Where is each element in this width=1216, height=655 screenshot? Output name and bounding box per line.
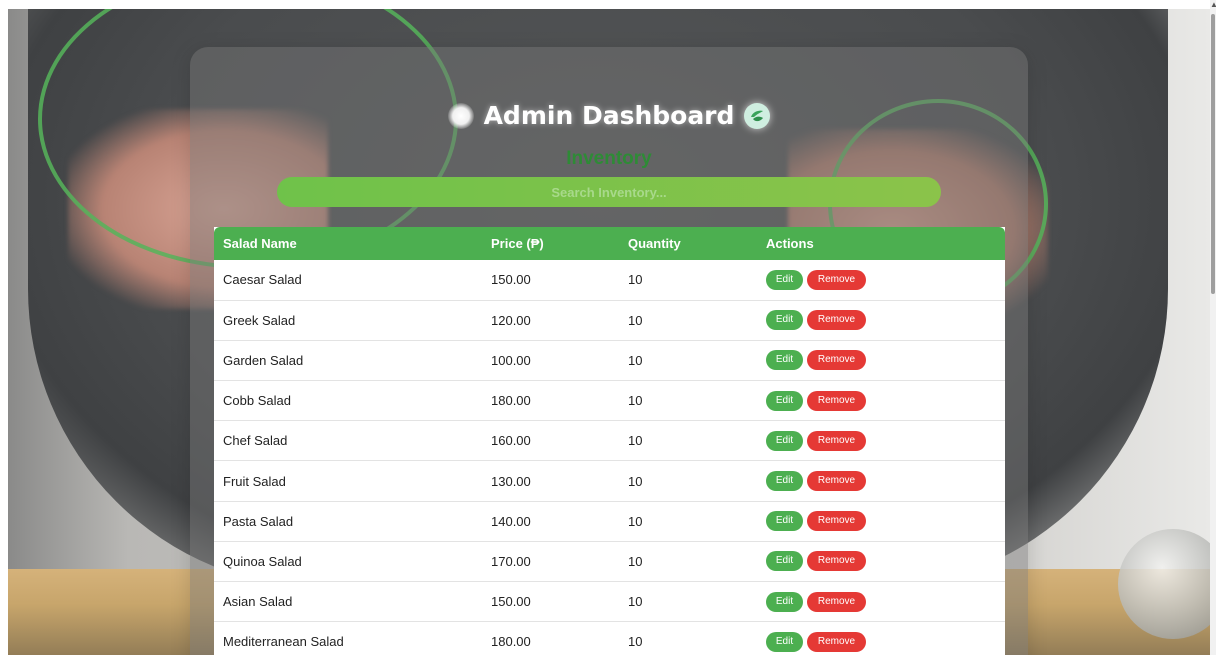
edit-button[interactable]: Edit bbox=[766, 551, 803, 572]
remove-button[interactable]: Remove bbox=[807, 310, 866, 331]
remove-button[interactable]: Remove bbox=[807, 591, 866, 612]
cell-price: 150.00 bbox=[482, 260, 619, 301]
edit-button[interactable]: Edit bbox=[766, 631, 803, 652]
cell-actions: Edit Remove bbox=[757, 420, 1005, 462]
cell-salad-name: Quinoa Salad bbox=[214, 541, 482, 583]
table-row: Asian Salad 150.00 10 Edit Remove bbox=[214, 581, 1005, 623]
cell-salad-name: Chef Salad bbox=[214, 420, 482, 462]
cell-actions: Edit Remove bbox=[757, 340, 1005, 382]
column-header-actions: Actions bbox=[757, 227, 1005, 260]
cell-price: 120.00 bbox=[482, 300, 619, 341]
cell-price: 140.00 bbox=[482, 501, 619, 542]
cell-price: 160.00 bbox=[482, 420, 619, 462]
leaf-icon bbox=[744, 102, 771, 129]
cell-actions: Edit Remove bbox=[757, 581, 1005, 623]
cell-salad-name: Asian Salad bbox=[214, 581, 482, 623]
cell-salad-name: Caesar Salad bbox=[214, 260, 482, 301]
cell-actions: Edit Remove bbox=[757, 541, 1005, 583]
table-row: Chef Salad 160.00 10 Edit Remove bbox=[214, 420, 1005, 462]
title-row: Admin Dashboard bbox=[190, 101, 1028, 130]
edit-button[interactable]: Edit bbox=[766, 591, 803, 612]
cell-quantity: 10 bbox=[619, 260, 757, 301]
cell-actions: Edit Remove bbox=[757, 380, 1005, 422]
remove-button[interactable]: Remove bbox=[807, 551, 866, 572]
edit-button[interactable]: Edit bbox=[766, 269, 803, 290]
scroll-up-arrow-icon[interactable]: ▲ bbox=[1210, 0, 1216, 10]
table-row: Mediterranean Salad 180.00 10 Edit Remove bbox=[214, 621, 1005, 655]
cell-quantity: 10 bbox=[619, 380, 757, 422]
edit-button[interactable]: Edit bbox=[766, 471, 803, 492]
cell-price: 180.00 bbox=[482, 380, 619, 422]
remove-button[interactable]: Remove bbox=[807, 511, 866, 532]
cell-quantity: 10 bbox=[619, 581, 757, 623]
cell-quantity: 10 bbox=[619, 541, 757, 583]
cell-quantity: 10 bbox=[619, 460, 757, 502]
cell-salad-name: Mediterranean Salad bbox=[214, 621, 482, 655]
inventory-table: Salad Name Price (₱) Quantity Actions Ca… bbox=[214, 227, 1005, 655]
cell-salad-name: Greek Salad bbox=[214, 300, 482, 341]
cell-actions: Edit Remove bbox=[757, 300, 1005, 341]
edit-button[interactable]: Edit bbox=[766, 511, 803, 532]
table-row: Caesar Salad 150.00 10 Edit Remove bbox=[214, 260, 1005, 301]
remove-button[interactable]: Remove bbox=[807, 350, 866, 371]
section-title: Inventory bbox=[566, 148, 652, 169]
table-row: Greek Salad 120.00 10 Edit Remove bbox=[214, 300, 1005, 341]
remove-button[interactable]: Remove bbox=[807, 430, 866, 451]
table-row: Fruit Salad 130.00 10 Edit Remove bbox=[214, 460, 1005, 502]
remove-button[interactable]: Remove bbox=[807, 631, 866, 652]
scrollbar-thumb[interactable] bbox=[1211, 14, 1215, 294]
edit-button[interactable]: Edit bbox=[766, 310, 803, 331]
table-row: Cobb Salad 180.00 10 Edit Remove bbox=[214, 380, 1005, 422]
cell-actions: Edit Remove bbox=[757, 621, 1005, 655]
cell-actions: Edit Remove bbox=[757, 460, 1005, 502]
table-row: Garden Salad 100.00 10 Edit Remove bbox=[214, 340, 1005, 382]
cell-salad-name: Garden Salad bbox=[214, 340, 482, 382]
cell-price: 170.00 bbox=[482, 541, 619, 583]
scrollbar[interactable]: ▲ bbox=[1210, 0, 1216, 655]
cell-price: 180.00 bbox=[482, 621, 619, 655]
glow-dot-icon bbox=[447, 102, 474, 129]
cell-salad-name: Fruit Salad bbox=[214, 460, 482, 502]
cell-quantity: 10 bbox=[619, 501, 757, 542]
page-title: Admin Dashboard bbox=[483, 101, 735, 130]
remove-button[interactable]: Remove bbox=[807, 471, 866, 492]
cell-quantity: 10 bbox=[619, 340, 757, 382]
dashboard-panel: Admin Dashboard Inventory Salad Name Pri… bbox=[190, 47, 1028, 655]
remove-button[interactable]: Remove bbox=[807, 269, 866, 290]
cell-salad-name: Cobb Salad bbox=[214, 380, 482, 422]
edit-button[interactable]: Edit bbox=[766, 350, 803, 371]
edit-button[interactable]: Edit bbox=[766, 390, 803, 411]
edit-button[interactable]: Edit bbox=[766, 430, 803, 451]
column-header-quantity: Quantity bbox=[619, 227, 757, 260]
search-input[interactable] bbox=[277, 177, 941, 207]
cell-quantity: 10 bbox=[619, 621, 757, 655]
page-background: Admin Dashboard Inventory Salad Name Pri… bbox=[8, 9, 1210, 655]
table-row: Quinoa Salad 170.00 10 Edit Remove bbox=[214, 541, 1005, 583]
cell-quantity: 10 bbox=[619, 300, 757, 341]
cell-quantity: 10 bbox=[619, 420, 757, 462]
cell-price: 100.00 bbox=[482, 340, 619, 382]
cell-salad-name: Pasta Salad bbox=[214, 501, 482, 542]
cell-actions: Edit Remove bbox=[757, 260, 1005, 301]
table-header-row: Salad Name Price (₱) Quantity Actions bbox=[214, 227, 1005, 260]
table-row: Pasta Salad 140.00 10 Edit Remove bbox=[214, 501, 1005, 542]
remove-button[interactable]: Remove bbox=[807, 390, 866, 411]
cell-price: 150.00 bbox=[482, 581, 619, 623]
column-header-name: Salad Name bbox=[214, 227, 482, 260]
column-header-price: Price (₱) bbox=[482, 227, 619, 260]
cell-price: 130.00 bbox=[482, 460, 619, 502]
cell-actions: Edit Remove bbox=[757, 501, 1005, 542]
